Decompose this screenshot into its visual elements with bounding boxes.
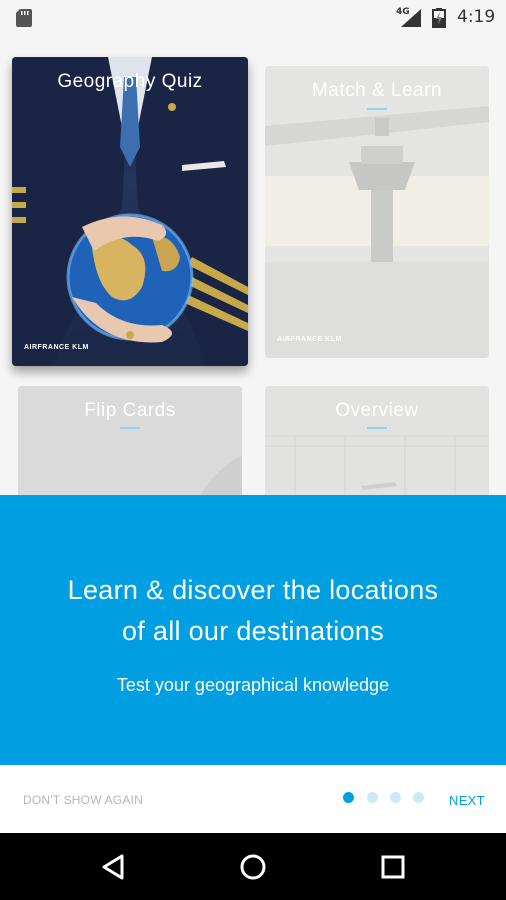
home-icon[interactable] [236, 850, 270, 884]
back-icon[interactable] [97, 850, 131, 884]
sd-card-icon [16, 9, 32, 27]
card-title-underline [367, 108, 387, 110]
status-bar: 4G 4:19 [0, 0, 506, 36]
onboarding-footer: DON'T SHOW AGAIN NEXT [0, 765, 506, 833]
recents-icon[interactable] [376, 850, 410, 884]
card-title-geography-quiz: Geography Quiz [57, 71, 203, 92]
page-dot-3[interactable] [390, 792, 401, 803]
signal-icon [401, 9, 421, 27]
page-dot-1[interactable] [343, 792, 354, 803]
card-pilot-globe-image [12, 57, 248, 366]
card-flip-cards[interactable]: Flip Cards [18, 386, 242, 498]
dont-show-again-button[interactable]: DON'T SHOW AGAIN [23, 793, 143, 807]
onboarding-banner: Learn & discover the locations of all ou… [0, 495, 506, 765]
onboarding-headline-line-1: Learn & discover the locations [67, 575, 439, 605]
brand-logo-airfrance-klm: AIRFRANCE KLM [24, 344, 89, 351]
card-title-flip-cards: Flip Cards [84, 400, 176, 421]
card-title-overview: Overview [335, 400, 419, 421]
card-geography-quiz[interactable]: Geography Quiz AIRFRANCE KLM [12, 57, 248, 366]
card-title-underline [120, 427, 140, 429]
onboarding-headline-line-2: of all our destinations [121, 616, 385, 646]
card-title-underline [367, 427, 387, 429]
battery-icon [432, 8, 446, 28]
card-overview[interactable]: Overview [265, 386, 489, 498]
card-match-learn[interactable]: Match & Learn AIRFRANCE KLM [265, 66, 489, 358]
card-title-match-learn: Match & Learn [311, 80, 443, 101]
page-dot-4[interactable] [413, 792, 424, 803]
page-dot-2[interactable] [367, 792, 378, 803]
onboarding-subline: Test your geographical knowledge [116, 675, 390, 695]
next-button[interactable]: NEXT [449, 793, 485, 808]
onboarding-headline: Learn & discover the locations of all ou… [20, 570, 486, 652]
brand-logo-airfrance-klm: AIRFRANCE KLM [277, 336, 342, 343]
system-nav-bar [0, 833, 506, 900]
clock: 4:19 [457, 7, 496, 27]
